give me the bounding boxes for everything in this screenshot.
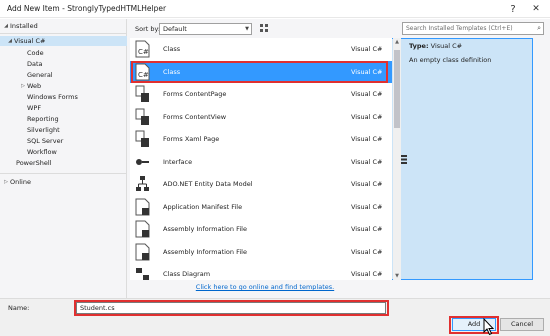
tree-item-label: Web: [27, 82, 42, 90]
assembly-info-icon: [135, 243, 150, 261]
grid-view-button[interactable]: [258, 22, 270, 35]
tree-item-sql-server[interactable]: SQL Server: [27, 136, 63, 146]
template-item[interactable]: ADO.NET Entity Data Model Visual C#: [130, 173, 392, 195]
tree-separator: [0, 173, 127, 174]
selected-highlight-box: [131, 61, 388, 83]
manifest-icon: [135, 198, 150, 216]
search-icon[interactable]: ⌕: [537, 23, 541, 34]
category-tree: ◢ Installed ◢ Visual C# Code Data Genera…: [0, 19, 127, 298]
tree-item-label: Visual C#: [14, 37, 46, 45]
xaml-page-icon: [135, 130, 150, 148]
tree-item-online[interactable]: ▷ Online: [2, 177, 31, 187]
tree-item-powershell[interactable]: PowerShell: [16, 158, 52, 168]
svg-text:C#: C#: [138, 48, 149, 56]
template-name: Application Manifest File: [163, 202, 243, 211]
tree-item-web[interactable]: ▷ Web: [19, 81, 41, 91]
template-name: Forms ContentView: [163, 112, 227, 121]
template-item[interactable]: Assembly Information File Visual C#: [130, 241, 392, 263]
online-templates-link[interactable]: Click here to go online and find templat…: [130, 280, 400, 294]
template-item[interactable]: Forms Xaml Page Visual C#: [130, 128, 392, 150]
tree-item-reporting[interactable]: Reporting: [27, 114, 59, 124]
template-language: Visual C#: [351, 225, 383, 233]
template-list-scrollbar[interactable]: ▲ ▼: [393, 38, 401, 280]
tree-item-general[interactable]: General: [27, 70, 53, 80]
type-label: Type:: [409, 42, 429, 50]
mouse-cursor-icon: [483, 318, 495, 336]
type-value: Visual C#: [430, 42, 463, 50]
template-name: ADO.NET Entity Data Model: [163, 180, 253, 188]
search-input[interactable]: Search Installed Templates (Ctrl+E) ⌕: [402, 22, 544, 35]
template-item[interactable]: C# Class Visual C#: [130, 38, 392, 60]
template-item[interactable]: Forms ContentView Visual C#: [130, 106, 392, 128]
forms-page-icon: [135, 85, 150, 103]
tree-item-visual-csharp[interactable]: ◢ Visual C#: [0, 36, 127, 46]
template-item[interactable]: Assembly Information File Visual C#: [130, 218, 392, 240]
template-language: Visual C#: [351, 180, 383, 188]
tree-item-code[interactable]: Code: [27, 48, 44, 58]
template-language: Visual C#: [351, 135, 383, 143]
scroll-down-icon[interactable]: ▼: [393, 272, 401, 280]
template-language: Visual C#: [351, 90, 383, 98]
template-name: Assembly Information File: [163, 225, 247, 233]
help-button[interactable]: ?: [501, 0, 525, 18]
template-item[interactable]: Forms ContentPage Visual C#: [130, 83, 392, 105]
template-item[interactable]: Class Diagram Visual C#: [130, 263, 392, 280]
sort-label: Sort by:: [135, 25, 161, 33]
class-diagram-icon: [135, 265, 150, 280]
tree-separator: [0, 33, 127, 34]
sort-value: Default: [163, 25, 187, 33]
template-language: Visual C#: [351, 112, 383, 121]
tree-item-label: Online: [10, 178, 31, 186]
template-language: Visual C#: [351, 157, 383, 166]
sort-dropdown[interactable]: Default ▼: [159, 23, 252, 35]
chevron-down-icon[interactable]: ▼: [245, 24, 249, 34]
entity-model-icon: [135, 175, 150, 193]
template-language: Visual C#: [351, 247, 383, 256]
expand-arrow-icon[interactable]: ▷: [19, 83, 27, 89]
template-language: Visual C#: [351, 270, 383, 278]
tree-item-label: Installed: [10, 22, 38, 30]
grid-view-icon: [259, 24, 268, 32]
template-name: Interface: [163, 157, 193, 166]
template-item[interactable]: Application Manifest File Visual C#: [130, 196, 392, 218]
template-name: Forms ContentPage: [163, 90, 227, 98]
search-placeholder: Search Installed Templates (Ctrl+E): [406, 25, 513, 32]
template-name: Class: [163, 45, 181, 53]
window-title: Add New Item - StronglyTypedHTMLHelper: [7, 4, 167, 13]
tree-item-installed[interactable]: ◢ Installed: [2, 21, 38, 31]
close-button[interactable]: ✕: [524, 0, 548, 18]
template-name: Class Diagram: [163, 270, 211, 278]
forms-view-icon: [135, 108, 150, 126]
interface-icon: [135, 153, 150, 171]
collapse-arrow-icon[interactable]: ◢: [6, 38, 14, 44]
collapse-arrow-icon[interactable]: ◢: [2, 23, 10, 29]
expand-arrow-icon[interactable]: ▷: [2, 179, 10, 185]
template-item[interactable]: Interface Visual C#: [130, 151, 392, 173]
template-name: Forms Xaml Page: [163, 135, 220, 143]
name-label: Name:: [8, 304, 30, 312]
template-description: An empty class definition: [409, 56, 492, 64]
template-name: Assembly Information File: [163, 247, 247, 256]
scroll-up-icon[interactable]: ▲: [393, 38, 401, 46]
tree-item-data[interactable]: Data: [27, 59, 43, 69]
name-highlight-box: [74, 300, 389, 316]
class-icon: C#: [135, 40, 150, 58]
template-language: Visual C#: [351, 45, 383, 53]
assembly-info-icon: [135, 220, 150, 238]
type-row: Type: Visual C#: [409, 42, 462, 50]
cancel-button[interactable]: Cancel: [500, 318, 544, 331]
tree-item-silverlight[interactable]: Silverlight: [27, 125, 60, 135]
title-bar: Add New Item - StronglyTypedHTMLHelper ?…: [0, 0, 550, 18]
tree-item-wpf[interactable]: WPF: [27, 103, 41, 113]
scrollbar-thumb[interactable]: [394, 50, 400, 128]
template-language: Visual C#: [351, 202, 383, 211]
tree-item-workflow[interactable]: Workflow: [27, 147, 57, 157]
tree-item-windows-forms[interactable]: Windows Forms: [27, 92, 78, 102]
